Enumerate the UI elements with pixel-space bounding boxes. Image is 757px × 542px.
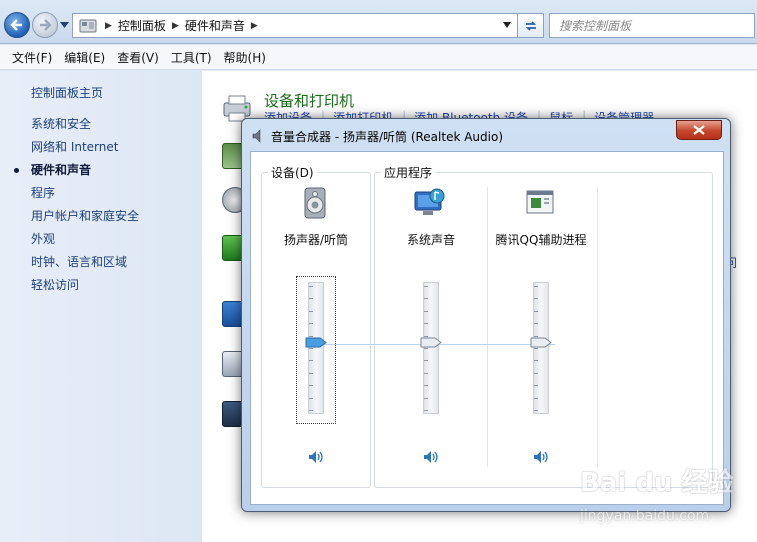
slider-tick <box>424 310 428 312</box>
mixer-client-area: 设备(D) 应用程序 扬声器/听筒 系统声音 腾讯QQ辅助进程 <box>250 151 724 505</box>
slider-tick <box>309 286 313 287</box>
crumb-separator[interactable]: ▶ <box>172 21 179 31</box>
nav-item-system-security[interactable]: 系统和安全 <box>31 117 139 140</box>
slider-tick <box>309 397 313 399</box>
slider-tick <box>424 323 428 325</box>
slider-tick <box>309 410 313 411</box>
slider-tick <box>534 385 538 387</box>
qq-helper-icon <box>526 190 554 214</box>
chevron-down-icon[interactable] <box>503 22 511 28</box>
recent-pages-dropdown[interactable] <box>60 21 69 29</box>
slider-tick <box>309 372 313 374</box>
column-divider <box>597 187 598 467</box>
slider-tick <box>534 286 538 287</box>
nav-list: 系统和安全 网络和 Internet 硬件和声音 程序 用户帐户和家庭安全 外观… <box>13 117 139 301</box>
slider-tick <box>534 348 538 349</box>
volume-slider[interactable] <box>523 278 559 422</box>
slider-tick <box>534 310 538 312</box>
breadcrumb-control-panel[interactable]: 控制面板 <box>118 17 166 34</box>
system-sounds-icon <box>414 188 445 215</box>
channel-name: 扬声器/听筒 <box>283 233 349 247</box>
slider-thumb[interactable] <box>305 337 327 348</box>
slider-tick <box>424 360 428 362</box>
navigation-pane: 控制面板主页 系统和安全 网络和 Internet 硬件和声音 程序 用户帐户和… <box>0 71 202 542</box>
slider-tick <box>424 298 428 300</box>
nav-item-user-accounts[interactable]: 用户帐户和家庭安全 <box>31 209 139 232</box>
refresh-button[interactable] <box>518 13 544 38</box>
forward-button[interactable] <box>32 12 58 38</box>
devices-printers-title[interactable]: 设备和打印机 <box>264 90 354 111</box>
refresh-icon <box>525 20 536 31</box>
slider-tick <box>534 323 538 325</box>
slider-tick <box>534 397 538 399</box>
slider-tick <box>424 397 428 399</box>
menu-tools[interactable]: 工具(T) <box>165 49 218 66</box>
speaker-volume-icon <box>424 451 438 463</box>
watermark: Bai du 经验 jingyan.baidu.com <box>580 462 734 532</box>
menu-view[interactable]: 查看(V) <box>111 49 165 66</box>
nav-item-clock-language-region[interactable]: 时钟、语言和区域 <box>31 255 139 278</box>
arrow-right-icon <box>40 19 52 31</box>
search-box[interactable] <box>549 13 755 38</box>
applications-group-label: 应用程序 <box>381 164 436 181</box>
menu-file[interactable]: 文件(F) <box>6 49 58 66</box>
search-input[interactable] <box>550 14 754 37</box>
crumb-separator: ▶ <box>105 20 112 31</box>
channel-name: 系统声音 <box>406 233 455 247</box>
watermark-url: jingyan.baidu.com <box>580 508 710 524</box>
crumb-separator[interactable]: ▶ <box>251 21 258 31</box>
slider-tick <box>309 323 313 325</box>
mute-button[interactable] <box>420 448 442 466</box>
nav-item-hardware-sound[interactable]: 硬件和声音 <box>13 163 139 186</box>
volume-slider[interactable] <box>413 278 449 422</box>
slider-tick <box>534 298 538 300</box>
slider-tick <box>424 286 428 287</box>
slider-tick <box>534 410 538 411</box>
breadcrumb-hardware-sound[interactable]: 硬件和声音 <box>185 17 245 34</box>
address-bar: ▶ 控制面板 ▶ 硬件和声音 ▶ <box>0 0 757 44</box>
dialog-title: 音量合成器 - 扬声器/听筒 (Realtek Audio) <box>271 130 504 144</box>
devices-group-label: 设备(D) <box>268 164 317 181</box>
menu-help[interactable]: 帮助(H) <box>218 49 272 66</box>
slider-tick <box>424 385 428 387</box>
close-button[interactable] <box>676 120 722 140</box>
mute-button[interactable] <box>305 448 327 466</box>
slider-thumb[interactable] <box>420 337 442 348</box>
speaker-volume-icon <box>309 451 323 463</box>
control-panel-icon <box>77 16 99 36</box>
back-button[interactable] <box>4 12 30 38</box>
slider-tick <box>424 372 428 374</box>
slider-tick <box>309 310 313 312</box>
slider-tick <box>424 348 428 349</box>
menu-edit[interactable]: 编辑(E) <box>58 49 111 66</box>
nav-item-appearance[interactable]: 外观 <box>31 232 139 255</box>
volume-mixer-dialog: 音量合成器 - 扬声器/听筒 (Realtek Audio) 设备(D) 应用程… <box>241 118 731 512</box>
control-panel-home-link[interactable]: 控制面板主页 <box>31 84 103 101</box>
slider-thumb[interactable] <box>530 337 552 348</box>
slider-tick <box>534 360 538 362</box>
close-icon <box>693 125 705 135</box>
volume-slider[interactable] <box>296 276 336 424</box>
slider-tick <box>309 348 313 349</box>
watermark-logo: Bai du 经验 <box>580 468 734 498</box>
slider-tick <box>534 372 538 374</box>
slider-tick <box>309 298 313 300</box>
arrow-left-icon <box>10 19 22 31</box>
breadcrumb[interactable]: ▶ 控制面板 ▶ 硬件和声音 ▶ <box>72 13 518 38</box>
column-divider <box>487 187 488 467</box>
mute-button[interactable] <box>530 448 552 466</box>
speaker-icon <box>252 129 261 143</box>
slider-tick <box>424 410 428 411</box>
nav-item-network-internet[interactable]: 网络和 Internet <box>31 140 139 163</box>
slider-tick <box>309 385 313 387</box>
speaker-device-icon <box>304 187 326 219</box>
speaker-volume-icon <box>534 451 548 463</box>
nav-item-programs[interactable]: 程序 <box>31 186 139 209</box>
slider-tick <box>309 360 313 362</box>
menu-bar: 文件(F) 编辑(E) 查看(V) 工具(T) 帮助(H) <box>0 45 757 70</box>
channel-name: 腾讯QQ辅助进程 <box>495 233 587 247</box>
nav-item-ease-of-access[interactable]: 轻松访问 <box>31 278 139 301</box>
